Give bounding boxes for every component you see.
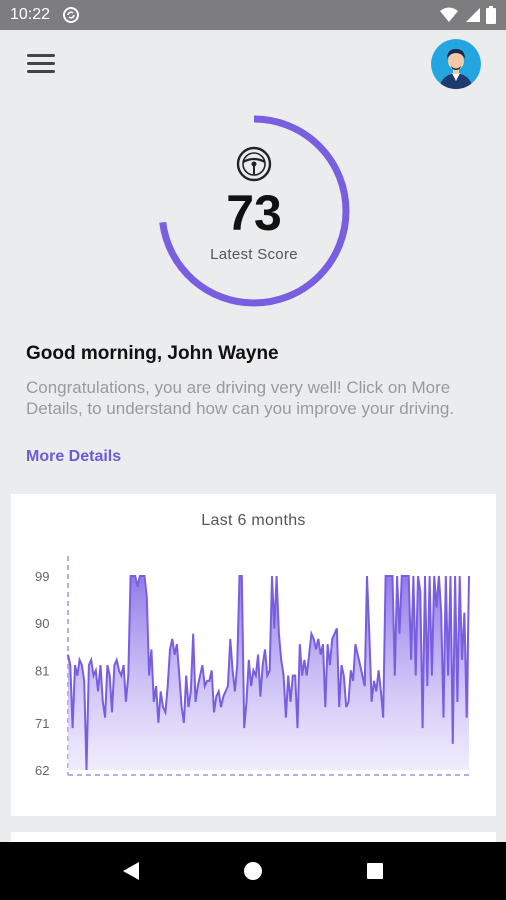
score-value: 73	[226, 185, 282, 241]
status-icons	[440, 6, 496, 24]
steering-wheel-icon	[236, 146, 272, 182]
status-time: 10:22	[10, 6, 51, 23]
chart-card: 99 90 81 71 62 Last 6 months	[11, 494, 496, 816]
hamburger-line	[27, 62, 55, 65]
recents-button[interactable]	[355, 851, 395, 891]
navigation-bar	[0, 842, 506, 900]
more-details-link[interactable]: More Details	[26, 448, 121, 466]
y-tick-label: 90	[35, 616, 49, 631]
hamburger-menu-icon	[27, 54, 55, 57]
avatar[interactable]	[431, 39, 481, 89]
hamburger-line	[27, 70, 55, 73]
y-tick-label: 62	[35, 763, 49, 778]
back-button[interactable]	[111, 851, 151, 891]
score-label: Latest Score	[210, 246, 298, 263]
back-triangle-icon	[123, 862, 139, 880]
chart-title: Last 6 months	[201, 512, 306, 529]
wifi-icon	[440, 7, 458, 22]
signal-icon	[466, 8, 480, 22]
status-bar: 10:22	[0, 0, 506, 30]
battery-icon	[486, 6, 496, 24]
home-circle-icon	[244, 862, 262, 880]
y-tick-label: 81	[35, 663, 49, 678]
home-button[interactable]	[233, 851, 273, 891]
score-history-chart: 99 90 81 71 62	[35, 556, 470, 778]
y-tick-label: 71	[35, 716, 49, 731]
greeting-message: Congratulations, you are driving very we…	[26, 378, 455, 418]
user-avatar-icon	[431, 39, 481, 89]
sync-icon	[63, 7, 80, 23]
y-tick-label: 99	[35, 569, 49, 584]
menu-button[interactable]	[27, 54, 55, 76]
recents-square-icon	[367, 863, 383, 879]
greeting-title: Good morning, John Wayne	[26, 343, 279, 364]
